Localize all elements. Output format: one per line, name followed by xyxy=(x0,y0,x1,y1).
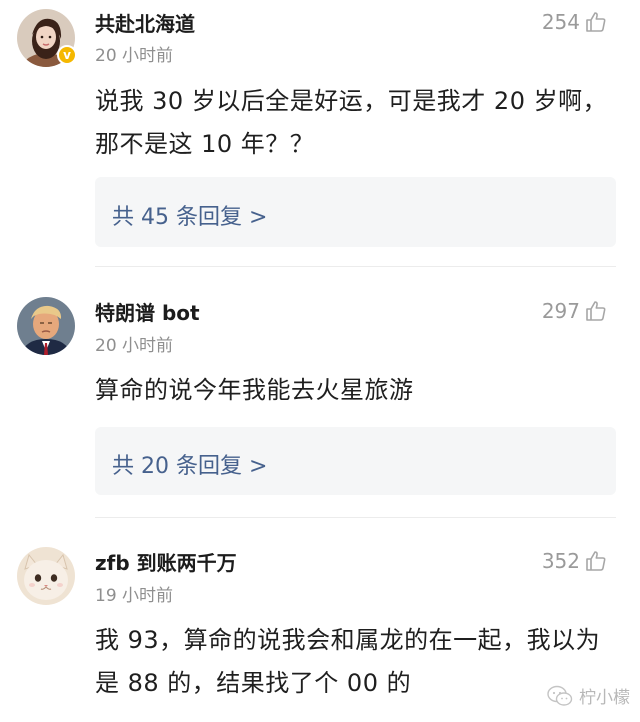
watermark: 柠小檬 xyxy=(547,683,630,708)
view-replies-button[interactable]: 共 20 条回复 > xyxy=(95,427,616,495)
comment-text: 我 93，算命的说我会和属龙的在一起，我以为是 88 的，结果找了个 00 的 xyxy=(95,626,601,697)
man-portrait-icon xyxy=(17,297,75,355)
wechat-icon xyxy=(547,685,573,706)
timestamp: 19 小时前 xyxy=(95,586,174,606)
avatar[interactable] xyxy=(17,547,75,605)
watermark-text: 柠小檬 xyxy=(579,688,630,708)
comment-2: 特朗谱 bot 20 小时前 297 算命的说今年我能去火星旅游 共 20 条回… xyxy=(0,270,640,520)
divider xyxy=(95,517,616,518)
timestamp: 20 小时前 xyxy=(95,336,174,356)
cat-portrait-icon xyxy=(17,547,75,605)
comment-1: v 共赴北海道 20 小时前 254 说我 30 岁以后全是好运，可是我才 20… xyxy=(0,0,640,270)
like-button[interactable]: 254 xyxy=(542,10,608,34)
thumbs-up-icon xyxy=(586,301,606,321)
like-button[interactable]: 297 xyxy=(542,299,608,323)
timestamp: 20 小时前 xyxy=(95,46,174,66)
username[interactable]: 共赴北海道 xyxy=(95,8,195,37)
thumbs-up-icon xyxy=(586,12,606,32)
username[interactable]: zfb 到账两千万 xyxy=(95,547,237,576)
avatar[interactable] xyxy=(17,297,75,355)
like-count: 254 xyxy=(541,10,580,34)
like-button[interactable]: 352 xyxy=(542,549,608,573)
replies-count-label: 共 45 条回复 > xyxy=(112,205,268,230)
thumbs-up-icon xyxy=(586,551,606,571)
username[interactable]: 特朗谱 bot xyxy=(95,297,200,326)
replies-count-label: 共 20 条回复 > xyxy=(112,454,268,479)
comment-text: 说我 30 岁以后全是好运，可是我才 20 岁啊，那不是这 10 年？？ xyxy=(95,87,608,158)
divider xyxy=(95,266,616,267)
verified-badge-icon: v xyxy=(57,45,77,65)
like-count: 297 xyxy=(541,299,580,323)
view-replies-button[interactable]: 共 45 条回复 > xyxy=(95,177,616,247)
comment-3: zfb 到账两千万 19 小时前 352 我 93，算命的说我会和属龙的在一起，… xyxy=(0,520,640,722)
comment-text: 算命的说今年我能去火星旅游 xyxy=(95,376,414,404)
like-count: 352 xyxy=(541,549,580,573)
